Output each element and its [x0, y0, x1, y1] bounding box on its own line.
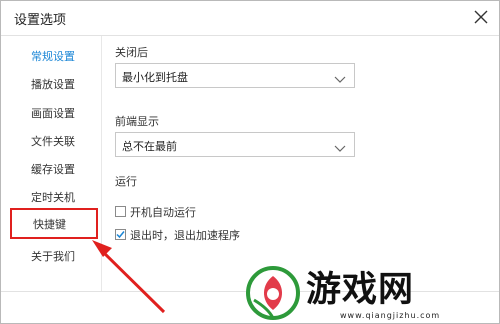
- front-display-label: 前端显示: [115, 115, 159, 128]
- settings-sidebar: 常规设置 播放设置 画面设置 文件关联 缓存设置 定时关机 快捷键 关于我们: [1, 36, 102, 291]
- chevron-down-icon: [334, 139, 346, 152]
- title-bar: 设置选项: [1, 1, 499, 36]
- run-section-label: 运行: [115, 175, 137, 188]
- sidebar-item-cache[interactable]: 缓存设置: [31, 161, 75, 177]
- check-icon: [116, 231, 125, 239]
- sidebar-item-file-association[interactable]: 文件关联: [31, 133, 75, 149]
- watermark-logo-icon: [246, 266, 300, 320]
- front-display-value: 总不在最前: [122, 140, 177, 153]
- close-behavior-select[interactable]: 最小化到托盘: [115, 63, 355, 88]
- chevron-down-icon: [334, 70, 346, 83]
- watermark-text: 游戏网: [306, 269, 415, 310]
- close-behavior-value: 最小化到托盘: [122, 71, 188, 84]
- exit-accelerator-label: 退出时，退出加速程序: [130, 229, 240, 242]
- close-behavior-label: 关闭后: [115, 46, 148, 59]
- front-display-select[interactable]: 总不在最前: [115, 132, 355, 157]
- dialog-title: 设置选项: [14, 13, 67, 28]
- sidebar-item-timer-shutdown[interactable]: 定时关机: [31, 189, 75, 205]
- autostart-checkbox[interactable]: [115, 206, 126, 217]
- sidebar-item-about[interactable]: 关于我们: [31, 248, 75, 264]
- sidebar-item-display[interactable]: 画面设置: [31, 105, 75, 121]
- sidebar-item-playback[interactable]: 播放设置: [31, 76, 75, 92]
- watermark-url: www.qiangjizhu.com: [340, 311, 441, 320]
- exit-accelerator-checkbox[interactable]: [115, 229, 126, 240]
- close-icon[interactable]: [471, 7, 491, 27]
- shortcut-highlight-box: [10, 208, 98, 239]
- autostart-label: 开机自动运行: [130, 206, 196, 219]
- sidebar-item-general[interactable]: 常规设置: [31, 48, 75, 64]
